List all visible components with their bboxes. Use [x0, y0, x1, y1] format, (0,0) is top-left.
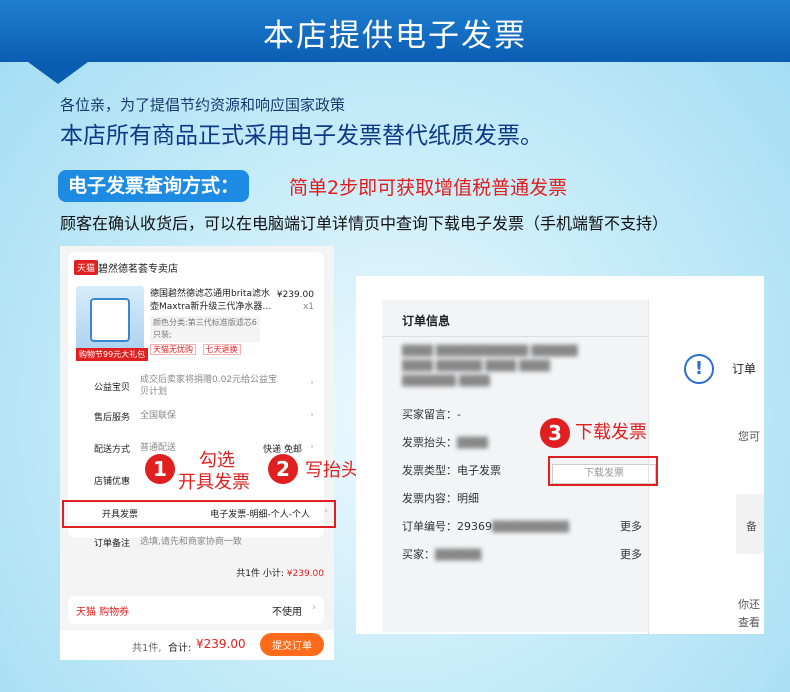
row-label: 订单编号：: [402, 520, 457, 533]
right-panel-text: 你还: [738, 598, 760, 611]
tmall-badge: 天猫: [74, 260, 99, 275]
step-1-text-1: 勾选: [199, 450, 235, 471]
row-buyer: 买家：██████: [402, 546, 481, 563]
page: 本店提供电子发票 各位亲，为了提倡节约资源和响应国家政策 本店所有商品正式采用电…: [0, 0, 790, 692]
chevron-right-icon: ›: [310, 410, 314, 420]
submit-order-button[interactable]: 提交订单: [260, 633, 324, 656]
row-label: 买家留言：: [402, 408, 457, 421]
row-label: 发票内容：: [402, 492, 457, 505]
bottom-total: ¥239.00: [196, 637, 246, 651]
row-label: 配送方式: [94, 445, 131, 455]
title-banner: 本店提供电子发票: [0, 0, 790, 62]
alert-icon: !: [684, 354, 714, 384]
chevron-right-icon: ›: [312, 602, 316, 613]
product-title[interactable]: 德国碧然德滤芯通用brita滤水壶Maxtra新升级三代净水器…: [150, 288, 274, 314]
banner-title: 本店提供电子发票: [263, 18, 527, 54]
row-invoice-header: 发票抬头：████: [402, 434, 488, 451]
subtotal: 共1件 小计: ¥239.00: [236, 566, 324, 579]
invoice-highlight-box: [62, 500, 336, 528]
download-highlight-box: [548, 456, 658, 486]
row-label: 发票类型：: [402, 464, 457, 477]
query-note: 顾客在确认收货后，可以在电脑端订单详情页中查询下载电子发票（手机端暂不支持）: [60, 214, 669, 233]
row-label: 买家：: [402, 548, 435, 561]
row-label: 店铺优惠: [94, 477, 131, 487]
checkout-bar: 共1件, 合计: ¥239.00 提交订单: [60, 630, 334, 660]
row-value: 全国联保: [140, 411, 177, 421]
filter-box-icon: [90, 298, 130, 342]
right-panel-title: 订单: [732, 362, 757, 376]
row-order-number: 订单编号：29369██████████: [402, 518, 569, 535]
step-2-text: 写抬头: [305, 460, 359, 481]
shop-name[interactable]: 碧然德茗荟专卖店: [98, 260, 178, 275]
product-price: ¥239.00: [276, 290, 314, 300]
bottom-count: 共1件,: [132, 643, 162, 654]
service-tags: 天猫无忧购 七天退换: [150, 344, 245, 355]
right-panel-text: 备: [746, 520, 757, 533]
divider: [382, 336, 648, 337]
query-highlight: 简单2步即可获取增值税普通发票: [289, 177, 568, 199]
chevron-right-icon: ›: [310, 378, 314, 388]
product-qty: x1: [302, 302, 314, 312]
row-invoice-type: 发票类型：电子发票: [402, 462, 501, 478]
mobile-order-screenshot: 天猫 碧然德茗荟专卖店 购物节99元大礼包 德国碧然德滤芯通用brita滤水壶M…: [60, 246, 334, 660]
query-label: 电子发票查询方式：: [58, 170, 250, 202]
row-value: 成交后卖家将捐赠0.02元给公益宝贝计划: [140, 375, 278, 397]
row-invoice-content: 发票内容：明细: [402, 490, 479, 506]
row-label: 售后服务: [94, 413, 131, 423]
intro-line-1: 各位亲，为了提倡节约资源和响应国家政策: [60, 96, 346, 114]
right-panel-text: 您可: [738, 430, 760, 443]
remark-input[interactable]: 选填,请先和商家协商一致: [140, 536, 280, 548]
step-2-badge: 2: [268, 454, 298, 484]
step-1-text-2: 开具发票: [178, 472, 250, 493]
row-value: 29369: [457, 520, 492, 533]
step-3-text: 下载发票: [575, 422, 647, 443]
promo-badge: 购物节99元大礼包: [76, 348, 149, 361]
product-spec: 颜色分类:第三代标准版滤芯6只装;: [150, 316, 260, 342]
step-3-badge: 3: [540, 418, 570, 448]
desktop-order-screenshot: 订单信息 ████ ████████████ ██████ ████ ██████…: [356, 276, 764, 634]
blurred-value: ██████: [435, 550, 482, 561]
coupon-row[interactable]: 天猫 购物券 不使用 ›: [68, 596, 324, 624]
blurred-value: ████: [457, 438, 488, 449]
step-1-badge: 1: [145, 454, 175, 484]
row-label: 订单备注: [94, 539, 131, 549]
right-panel-text: 查看: [738, 616, 760, 629]
row-remark: 买家留言：-: [402, 406, 461, 422]
coupon-label: 天猫 购物券: [76, 607, 130, 618]
blurred-value: ██████████: [492, 522, 569, 533]
banner-tail: [28, 62, 88, 84]
subtotal-value: ¥239.00: [286, 569, 324, 579]
row-label: 发票抬头：: [402, 436, 457, 449]
order-card: 天猫 碧然德茗荟专卖店 购物节99元大礼包 德国碧然德滤芯通用brita滤水壶M…: [68, 252, 324, 549]
more-link[interactable]: 更多: [620, 546, 642, 562]
row-value: 明细: [457, 492, 479, 505]
service-tag: 七天退换: [202, 344, 241, 355]
subtotal-label: 共1件 小计:: [236, 569, 284, 579]
chevron-right-icon: ›: [310, 442, 314, 452]
more-link[interactable]: 更多: [620, 518, 642, 534]
coupon-value: 不使用: [272, 607, 302, 618]
row-value: 电子发票: [457, 464, 501, 477]
bottom-total-label: 合计:: [168, 643, 192, 654]
row-value: -: [457, 408, 461, 421]
intro-line-2: 本店所有商品正式采用电子发票替代纸质发票。: [60, 123, 543, 149]
order-info-title: 订单信息: [402, 314, 451, 328]
service-tag: 天猫无忧购: [150, 344, 196, 355]
row-label: 公益宝贝: [94, 383, 131, 393]
blurred-address: ████ ████████████ ██████ ████ ██████ ████…: [402, 346, 578, 387]
